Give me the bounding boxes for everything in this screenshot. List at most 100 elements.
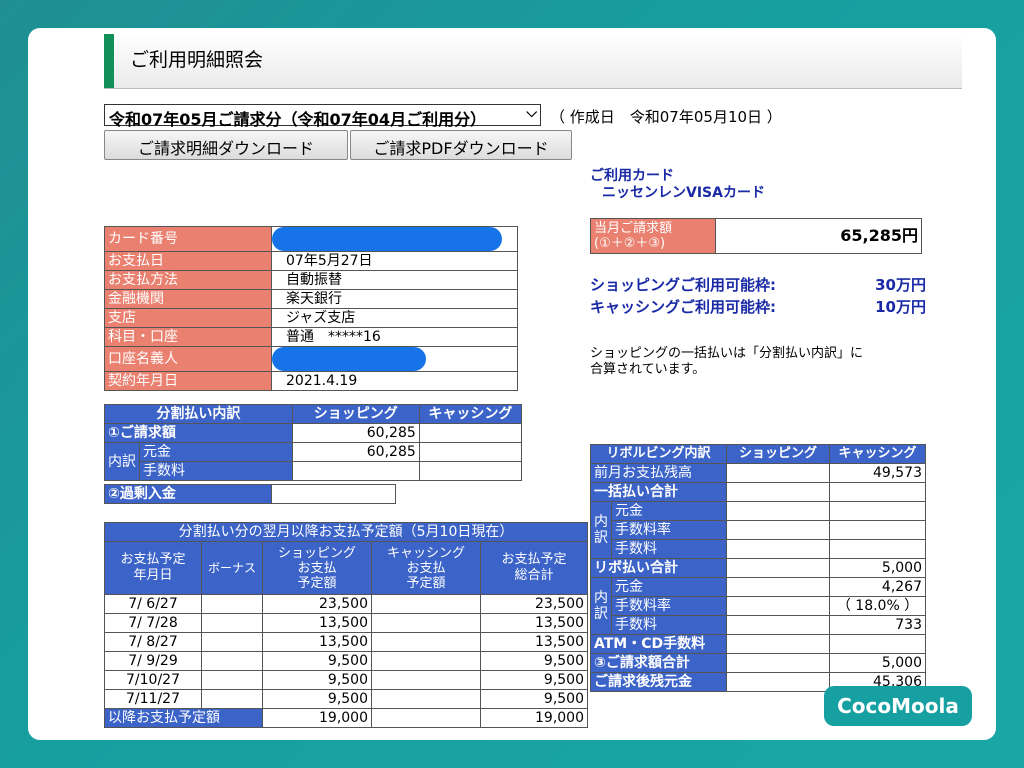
table-row: 手数料 <box>105 461 523 481</box>
lump-total-cashing <box>829 482 926 502</box>
table-row: 手数料率 <box>591 520 926 540</box>
redaction-mark <box>272 347 426 371</box>
remaining-principal-shopping <box>726 672 831 692</box>
installment-header-cashing: キャッシング <box>418 404 523 424</box>
billed-total-cashing: 5,000 <box>829 653 926 673</box>
prev-balance-label: 前月お支払残高 <box>589 463 728 483</box>
fee-label: 手数料 <box>139 461 293 481</box>
revo-fee-cashing: 733 <box>829 615 926 635</box>
schedule-cashing <box>371 651 481 671</box>
table-row: ①ご請求額 60,285 <box>104 423 523 443</box>
statement-month-select[interactable]: 令和07年05月ご請求分（令和07年04月ご利用分） ⌵ <box>104 104 541 129</box>
schedule-date: 7/11/27 <box>104 689 202 709</box>
schedule-total: 9,500 <box>480 651 588 671</box>
lump-total-shopping <box>726 482 831 502</box>
installment-header: 分割払い内訳 <box>104 404 293 424</box>
page-title: ご利用明細照会 <box>130 49 264 71</box>
table-row: 7/ 9/29 9,500 9,500 <box>104 651 588 671</box>
schedule-col-cashing: キャッシング お支払 予定額 <box>371 541 481 595</box>
table-row: 7/ 8/27 13,500 13,500 <box>104 632 588 652</box>
pay-method-label: お支払方法 <box>104 270 272 290</box>
table-row: 手数料 <box>591 539 926 559</box>
principal-shopping: 60,285 <box>291 442 420 462</box>
billing-total-label: 当月ご請求額 (①＋②＋③) <box>590 218 716 254</box>
revo-rate-cashing: （ 18.0% ） <box>829 596 926 616</box>
shopping-limit-value: 30万円 <box>875 276 926 294</box>
frame: ご利用明細照会 令和07年05月ご請求分（令和07年04月ご利用分） ⌵ （ 作… <box>0 0 1024 768</box>
billed-shopping: 60,285 <box>291 423 420 443</box>
account-holder-label: 口座名義人 <box>104 346 272 372</box>
statement-select-value: 令和07年05月ご請求分（令和07年04月ご利用分） <box>109 110 487 129</box>
overpay-label: ②過剰入金 <box>104 484 272 504</box>
schedule-date: 7/ 8/27 <box>104 632 202 652</box>
contract-date-label: 契約年月日 <box>104 371 272 391</box>
lump-rate-cashing <box>829 520 926 540</box>
prev-balance-shopping <box>726 463 831 483</box>
download-detail-button[interactable]: ご請求明細ダウンロード <box>104 130 348 160</box>
account-type-label: 科目・口座 <box>104 327 272 347</box>
lump-fee-shopping <box>726 539 831 559</box>
table-row: 前月お支払残高 49,573 <box>589 463 926 483</box>
screen-card: ご利用明細照会 令和07年05月ご請求分（令和07年04月ご利用分） ⌵ （ 作… <box>28 28 996 740</box>
pay-date-label: お支払日 <box>104 251 272 271</box>
pay-date-value: 07年5月27日 <box>271 251 518 271</box>
note-line2: 合算されています。 <box>590 362 706 377</box>
created-date: （ 作成日 令和07年05月10日 ） <box>550 108 782 126</box>
revo-rate-label: 手数料率 <box>610 596 728 616</box>
schedule-cashing <box>371 670 481 690</box>
card-name: ニッセンレンVISAカード <box>602 185 765 201</box>
lump-principal-shopping <box>726 501 831 521</box>
table-row: ②過剰入金 <box>104 484 396 504</box>
lump-rate-label: 手数料率 <box>610 520 728 540</box>
table-row: リボルビング内訳 ショッピング キャッシング <box>589 444 926 464</box>
schedule-table: 分割払い分の翌月以降お支払予定額（5月10日現在） お支払予定 年月日 ボーナス… <box>104 522 588 728</box>
schedule-bonus <box>201 670 263 690</box>
table-row: 手数料 733 <box>591 615 926 635</box>
installment-header-shopping: ショッピング <box>291 404 420 424</box>
card-info: ご利用カード ニッセンレンVISAカード <box>590 168 765 202</box>
revo-principal-cashing: 4,267 <box>829 577 926 597</box>
table-row: ③ご請求額合計 5,000 <box>589 653 926 673</box>
bank-label: 金融機関 <box>104 289 272 309</box>
lump-breakdown-label: 内訳 <box>590 501 612 559</box>
schedule-date: 7/10/27 <box>104 670 202 690</box>
revo-fee-shopping <box>726 615 831 635</box>
billing-total-label-line1: 当月ご請求額 <box>594 221 673 236</box>
branch-value: ジャズ支店 <box>271 308 518 328</box>
schedule-col-total: お支払予定 総合計 <box>480 541 588 595</box>
table-row: 内訳 元金 <box>590 501 926 559</box>
overpay-table: ②過剰入金 <box>104 484 396 504</box>
redaction-mark <box>272 227 502 251</box>
schedule-shopping: 9,500 <box>262 651 372 671</box>
card-label: ご利用カード <box>590 168 674 184</box>
header-accent-bar <box>104 34 114 88</box>
revolving-header-cashing: キャッシング <box>829 444 926 464</box>
principal-label: 元金 <box>139 442 293 462</box>
schedule-shopping: 23,500 <box>262 594 372 614</box>
schedule-col-bonus: ボーナス <box>201 541 263 595</box>
revo-total-cashing: 5,000 <box>829 558 926 578</box>
lump-principal-label: 元金 <box>610 501 728 521</box>
table-row: 分割払い分の翌月以降お支払予定額（5月10日現在） <box>104 522 588 542</box>
fee-cashing <box>418 461 523 481</box>
revo-breakdown-label: 内訳 <box>590 577 612 635</box>
pay-method-value: 自動振替 <box>271 270 518 290</box>
billing-total-box: 当月ご請求額 (①＋②＋③) 65,285円 <box>590 218 922 254</box>
table-row: ATM・CD手数料 <box>589 634 926 654</box>
schedule-total: 23,500 <box>480 594 588 614</box>
fee-shopping <box>291 461 420 481</box>
lump-fee-cashing <box>829 539 926 559</box>
table-row: 契約年月日 2021.4.19 <box>104 371 518 391</box>
atm-fee-shopping <box>726 634 831 654</box>
download-pdf-button[interactable]: ご請求PDFダウンロード <box>350 130 572 160</box>
schedule-bonus <box>201 613 263 633</box>
account-table: カード番号 お支払日 07年5月27日 お支払方法 自動振替 金融機関 楽天銀行 支店… <box>104 226 518 391</box>
overpay-value <box>271 484 396 504</box>
table-row: 口座名義人 <box>104 346 518 372</box>
cashing-limit: キャッシングご利用可能枠: 10万円 <box>590 296 926 318</box>
schedule-title: 分割払い分の翌月以降お支払予定額（5月10日現在） <box>104 522 588 542</box>
card-number-value <box>271 226 518 252</box>
schedule-shopping: 9,500 <box>262 689 372 709</box>
revolving-table: リボルビング内訳 ショッピング キャッシング 前月お支払残高 49,573 一括… <box>589 444 926 692</box>
atm-fee-label: ATM・CD手数料 <box>589 634 728 654</box>
